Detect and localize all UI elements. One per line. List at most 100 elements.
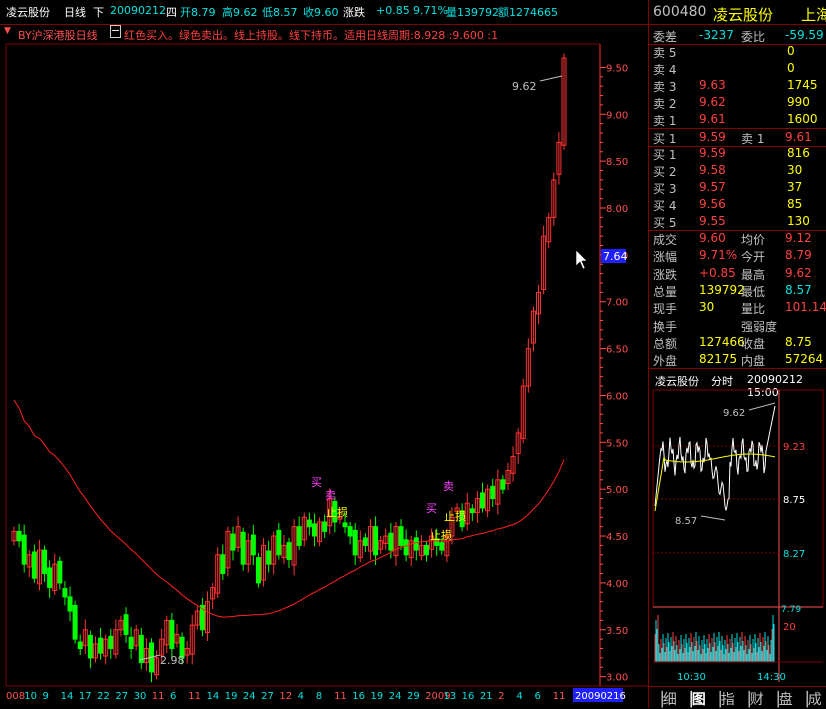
- buy-signal: 买: [311, 476, 322, 489]
- price-tick-label: 6.50: [606, 345, 628, 356]
- candle-body: [31, 551, 37, 579]
- date-tick-label: 2: [498, 691, 504, 702]
- candle-body: [276, 529, 282, 556]
- price-tick-label: 7.00: [606, 298, 628, 309]
- mini-vol-top-label: 7.79: [781, 605, 801, 615]
- stock-code: 600480: [653, 4, 707, 20]
- candle-body: [342, 522, 348, 528]
- candle-body: [362, 537, 368, 546]
- quote-panel: 600480 凌云股份 上海 委差 -3237 委比 -59.59 卖 50卖 …: [648, 0, 826, 708]
- mini-price-label: 8.27: [783, 549, 805, 560]
- weicha-value: -3237: [699, 28, 734, 42]
- mini-time-label: 10:30: [677, 672, 706, 683]
- date-tick-label: 11: [188, 691, 201, 702]
- mini-vol-max: 20: [783, 622, 796, 633]
- price-tick-label: 4.00: [606, 579, 628, 590]
- date-tick-label: 19: [225, 691, 238, 702]
- candle-body: [62, 588, 68, 598]
- candle-body: [67, 596, 73, 612]
- date-tick-label: 19: [371, 691, 384, 702]
- candle-body: [306, 519, 312, 528]
- max-pointer: [539, 75, 563, 82]
- mini-lo-pointer: [700, 515, 726, 521]
- stop-loss-signal: 止损: [326, 505, 348, 519]
- sell-signal: 卖: [443, 480, 454, 493]
- candle-body: [220, 554, 226, 575]
- mini-avg-line: [654, 453, 776, 512]
- date-tick-label: 22: [97, 691, 110, 702]
- date-tick-label: 29: [407, 691, 420, 702]
- price-tick-label: 3.00: [606, 673, 628, 684]
- candle-body: [230, 533, 236, 551]
- candle-body: [469, 508, 475, 514]
- date-tick-label: 14: [206, 691, 219, 702]
- date-tick-label: 9: [42, 691, 48, 702]
- price-tick-label: 5.50: [606, 438, 628, 449]
- candle-body: [373, 526, 379, 556]
- mini-lo-label: 8.57: [675, 516, 697, 527]
- mini-time-label: 14:30: [757, 672, 786, 683]
- intraday-chart[interactable]: 9.23 8.75 8.27 9.62 8.57 7.79 20 10:30 14:30: [649, 386, 826, 686]
- candle-body: [490, 485, 496, 500]
- market-label: 上海: [801, 6, 826, 24]
- candle-body: [57, 560, 63, 584]
- stop-loss-signal: 止损: [430, 528, 452, 542]
- date-tick-label: 4: [298, 691, 304, 702]
- buy-signal: 买: [426, 502, 437, 515]
- candle-body: [16, 530, 22, 542]
- candle-body: [286, 542, 292, 560]
- candle-body: [266, 550, 272, 565]
- min-price-label: 2.98: [160, 654, 185, 667]
- candle-body: [77, 641, 83, 650]
- tab-3[interactable]: ▕财: [739, 689, 764, 709]
- date-tick-label: 17: [79, 691, 92, 702]
- candle-body: [439, 542, 445, 551]
- date-tick-label: 11: [334, 691, 347, 702]
- date-tick-label: 14: [61, 691, 74, 702]
- candle-body: [72, 604, 78, 640]
- price-tick-label: 9.00: [606, 110, 628, 121]
- price-tick-label: 4.50: [606, 532, 628, 543]
- date-tick-label: 27: [115, 691, 128, 702]
- candle-body: [322, 521, 328, 532]
- candle-body: [403, 539, 409, 556]
- date-tick-label: 12: [279, 691, 292, 702]
- date-tick-label: 24: [389, 691, 402, 702]
- date-tick-label: 27: [261, 691, 274, 702]
- weibi-value: -59.59: [785, 28, 824, 42]
- candle-body: [480, 492, 486, 509]
- candle-body: [108, 635, 114, 650]
- date-tick-label: 11: [553, 691, 566, 702]
- date-tick-label: 16: [352, 691, 365, 702]
- stock-title: 凌云股份: [713, 6, 774, 24]
- date-tick-label: 6: [535, 691, 541, 702]
- date-tick-label: 24: [243, 691, 256, 702]
- date-tick-label: 8: [316, 691, 322, 702]
- tab-0[interactable]: ▕细: [652, 689, 677, 709]
- candle-body: [296, 526, 302, 546]
- kline-chart[interactable]: 9.509.008.508.007.507.006.506.005.505.00…: [0, 0, 648, 708]
- mini-hi-pointer: [748, 402, 776, 411]
- cursor-price: 7.64: [603, 250, 628, 263]
- price-tick-label: 5.00: [606, 485, 628, 496]
- candle-body: [138, 634, 144, 664]
- candle-body: [250, 534, 256, 556]
- price-tick-label: 6.00: [606, 391, 628, 402]
- tab-1[interactable]: ▕图: [681, 689, 706, 709]
- price-tick-label: 9.50: [606, 63, 628, 74]
- candle-body: [311, 523, 317, 537]
- candle-body: [128, 636, 134, 650]
- tab-2[interactable]: ▕指: [710, 689, 735, 709]
- tab-5[interactable]: ▕成: [797, 689, 822, 709]
- date-tick-label: 13: [443, 691, 456, 702]
- date-tick-label: 4: [516, 691, 522, 702]
- candle-body: [398, 526, 404, 546]
- date-end-label: 20090216: [575, 691, 626, 702]
- candle-body: [123, 614, 129, 635]
- sell-signal: 卖: [325, 489, 336, 502]
- mini-hi-label: 9.62: [723, 408, 745, 419]
- mouse-cursor-icon: [575, 249, 588, 270]
- date-tick-label: 10: [24, 691, 37, 702]
- tab-4[interactable]: ▕盘: [768, 689, 793, 709]
- candle-body: [21, 534, 27, 565]
